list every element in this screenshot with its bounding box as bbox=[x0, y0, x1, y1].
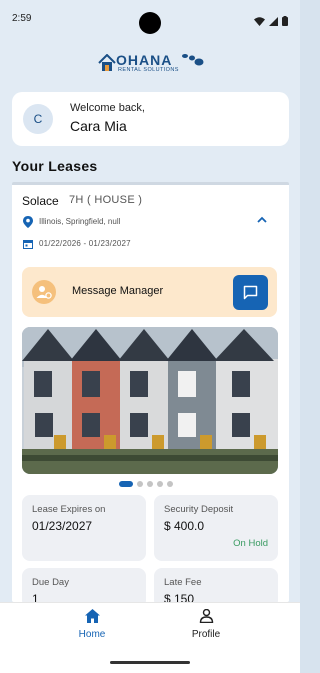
carousel-indicator[interactable] bbox=[119, 481, 173, 487]
message-manager-row[interactable]: Message Manager bbox=[22, 267, 277, 317]
calendar-icon bbox=[23, 240, 33, 249]
person-icon bbox=[199, 609, 213, 623]
message-manager-label: Message Manager bbox=[72, 285, 164, 297]
wifi-icon bbox=[254, 13, 265, 31]
deposit-status: On Hold bbox=[233, 538, 268, 549]
manager-icon bbox=[32, 280, 56, 304]
late-fee-label: Late Fee bbox=[164, 577, 202, 588]
house-logo-icon bbox=[98, 54, 116, 71]
user-name: Cara Mia bbox=[70, 118, 127, 134]
signal-icon bbox=[269, 13, 278, 31]
lease-expires-card: Lease Expires on 01/23/2027 bbox=[22, 495, 146, 561]
lease-expires-label: Lease Expires on bbox=[32, 504, 106, 515]
chevron-up-icon[interactable] bbox=[256, 215, 268, 225]
brand-name: OHANA bbox=[116, 52, 173, 68]
lease-card[interactable]: Solace 7H ( HOUSE ) Illinois, Springfiel… bbox=[12, 182, 289, 608]
lease-dates: 01/22/2026 - 01/23/2027 bbox=[39, 239, 131, 248]
brand-subtitle: RENTAL SOLUTIONS bbox=[118, 67, 179, 73]
battery-icon bbox=[282, 13, 288, 31]
carousel-dot[interactable] bbox=[119, 481, 133, 487]
nav-profile[interactable]: Profile bbox=[161, 609, 251, 649]
message-manager-button[interactable] bbox=[233, 275, 268, 310]
home-icon bbox=[84, 609, 100, 623]
security-deposit-label: Security Deposit bbox=[164, 504, 234, 515]
carousel-dot[interactable] bbox=[167, 481, 173, 487]
lease-expires-value: 01/23/2027 bbox=[32, 519, 93, 533]
property-address: Illinois, Springfield, null bbox=[39, 217, 121, 226]
security-deposit-card: Security Deposit $ 400.0 On Hold bbox=[154, 495, 278, 561]
townhouses-image bbox=[22, 327, 278, 474]
property-unit: 7H ( HOUSE ) bbox=[69, 194, 143, 206]
status-bar: 2:59 bbox=[0, 0, 300, 36]
carousel-dot[interactable] bbox=[157, 481, 163, 487]
carousel-dot[interactable] bbox=[137, 481, 143, 487]
camera-cutout bbox=[139, 12, 161, 34]
app-screen: 2:59 OHANA RENTAL SOLUTIONS C Welcome ba… bbox=[0, 0, 300, 673]
status-time: 2:59 bbox=[12, 13, 32, 24]
security-deposit-value: $ 400.0 bbox=[164, 519, 205, 533]
avatar[interactable]: C bbox=[23, 104, 53, 134]
due-day-label: Due Day bbox=[32, 577, 69, 588]
welcome-card[interactable]: C Welcome back, Cara Mia bbox=[12, 92, 289, 146]
welcome-label: Welcome back, bbox=[70, 102, 145, 114]
nav-home-label: Home bbox=[78, 629, 106, 640]
section-title-leases: Your Leases bbox=[12, 158, 98, 174]
property-photo[interactable] bbox=[22, 327, 278, 474]
location-pin-icon bbox=[23, 216, 33, 228]
status-icons bbox=[254, 13, 288, 31]
nav-home[interactable]: Home bbox=[47, 609, 137, 649]
home-indicator[interactable] bbox=[110, 661, 190, 664]
nav-profile-label: Profile bbox=[191, 629, 221, 640]
carousel-dot[interactable] bbox=[147, 481, 153, 487]
islands-logo-icon bbox=[182, 54, 204, 66]
chat-icon bbox=[243, 285, 258, 300]
property-name: Solace bbox=[22, 194, 59, 208]
brand-logo: OHANA RENTAL SOLUTIONS bbox=[96, 50, 206, 76]
